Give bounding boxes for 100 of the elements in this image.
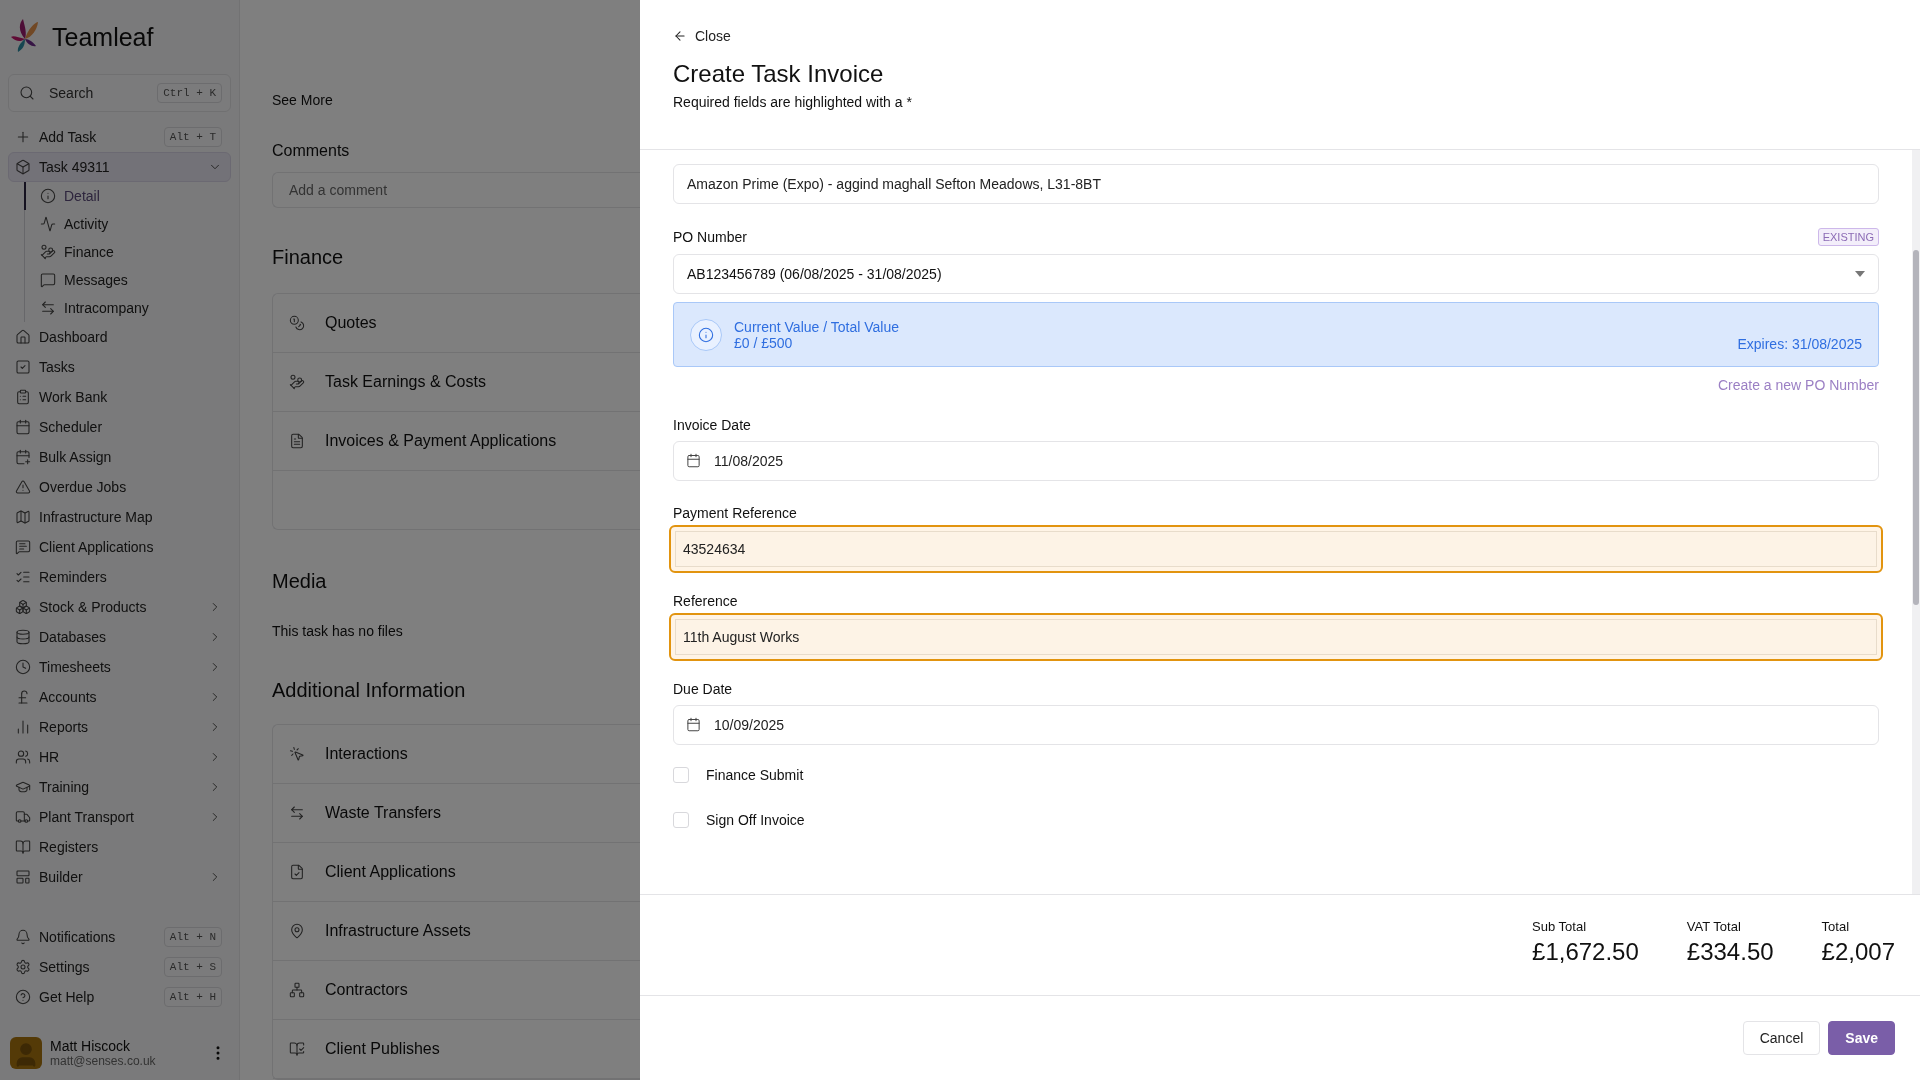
checkbox[interactable] (673, 767, 689, 783)
empty-message: This task has no files (272, 623, 404, 639)
sidebar-subitem[interactable]: Finance (24, 238, 231, 266)
cube-icon (15, 159, 31, 175)
arrow-left-icon (673, 29, 687, 43)
info-amount: £0 / £500 (734, 334, 794, 351)
calendar-icon (686, 453, 701, 468)
sidebar-item[interactable]: Dashboard (8, 322, 231, 352)
checkbox-icon (15, 359, 31, 375)
help-icon (15, 989, 31, 1005)
hand-coins-icon (289, 374, 305, 390)
sidebar-item[interactable]: Plant Transport (8, 802, 231, 832)
sidebar-item[interactable]: Stock & Products (8, 592, 231, 622)
text-field[interactable]: 43524634 (669, 525, 1883, 573)
text-field[interactable]: Amazon Prime (Expo) - aggind maghall Sefton Meadows, L31-8BT (673, 164, 1879, 204)
book-icon (15, 839, 31, 855)
search-icon (19, 85, 35, 101)
sidebar-item[interactable]: Registers (8, 832, 231, 862)
sidebar-item[interactable]: Notifications Alt + N (8, 922, 231, 952)
network-icon (289, 982, 305, 998)
truck-icon (15, 809, 31, 825)
sidebar-item[interactable]: Databases (8, 622, 231, 652)
sidebar-item[interactable]: Tasks (8, 352, 231, 382)
sidebar-item[interactable]: Infrastructure Map (8, 502, 231, 532)
sidebar-item[interactable]: Reminders (8, 562, 231, 592)
task-item[interactable]: Task 49311 (8, 152, 231, 182)
clock-icon (15, 659, 31, 675)
sidebar-item[interactable]: HR (8, 742, 231, 772)
sidebar-item[interactable]: Bulk Assign (8, 442, 231, 472)
comment-field[interactable]: Add a comment (272, 172, 640, 208)
section-heading: Additional Information (272, 679, 467, 702)
calendar-plus-icon (15, 449, 31, 465)
boxes-icon (15, 599, 31, 615)
text-field[interactable]: 11th August Works (669, 613, 1883, 661)
checklist-icon (15, 569, 31, 585)
sidebar-item[interactable]: Client Applications (8, 532, 231, 562)
sidebar-item[interactable]: Settings Alt + S (8, 952, 231, 982)
coins-icon (289, 315, 305, 331)
user-name: Matt Hiscock (50, 1038, 132, 1054)
file-check-icon (289, 864, 305, 880)
sidebar-item[interactable]: Training (8, 772, 231, 802)
layout-icon (15, 869, 31, 885)
see-more-link[interactable]: See More (272, 92, 640, 108)
checkbox[interactable] (673, 812, 689, 828)
message-icon (15, 539, 31, 555)
drawer-subtitle: Required fields are highlighted with a * (673, 94, 913, 110)
warning-icon (15, 479, 31, 495)
sidebar-item[interactable]: Reports (8, 712, 231, 742)
sidebar-item[interactable]: Accounts (8, 682, 231, 712)
calendar-icon (15, 419, 31, 435)
avatar (10, 1037, 42, 1069)
sidebar-item[interactable]: Builder (8, 862, 231, 892)
bar-chart-icon (15, 719, 31, 735)
section-heading: Media (272, 570, 328, 593)
message-icon (40, 272, 56, 288)
sidebar-subitem[interactable]: Intracompany (24, 294, 231, 322)
bell-icon (15, 929, 31, 945)
sidebar-item[interactable]: Work Bank (8, 382, 231, 412)
hand-coins-icon (40, 244, 56, 260)
sidebar-subitem[interactable]: Activity (24, 210, 231, 238)
cancel-button[interactable]: Cancel (1742, 1021, 1821, 1055)
users-icon (15, 749, 31, 765)
sidebar-subitem[interactable]: Messages (24, 266, 231, 294)
field-label: Due Date (673, 681, 733, 697)
sidebar-item[interactable]: Timesheets (8, 652, 231, 682)
total-label: Total (1821, 919, 1851, 934)
info-icon (690, 318, 722, 351)
pin-icon (289, 923, 305, 939)
plus-icon (15, 129, 31, 145)
map-icon (15, 509, 31, 525)
arrows-icon (40, 300, 56, 316)
sidebar-subitem[interactable]: Detail (24, 182, 231, 210)
backdrop-overlay[interactable] (0, 0, 640, 1080)
info-title: Current Value / Total Value (734, 318, 899, 335)
home-icon (15, 329, 31, 345)
sidebar-item[interactable]: Overdue Jobs (8, 472, 231, 502)
checkbox-row[interactable]: Finance Submit (673, 767, 1879, 783)
caret-icon (1855, 271, 1865, 277)
drawer-title: Create Task Invoice (673, 60, 885, 88)
section-heading: Finance (272, 246, 345, 269)
section-heading: Comments (272, 142, 351, 160)
save-button[interactable]: Save (1828, 1021, 1895, 1055)
search-field[interactable]: Search Ctrl + K (8, 74, 231, 112)
settings-icon (15, 959, 31, 975)
total-value: £334.50 (1686, 938, 1774, 966)
date-field[interactable]: 10/09/2025 (673, 705, 1879, 745)
sidebar-item[interactable]: Get Help Alt + H (8, 982, 231, 1012)
select-field[interactable]: AB123456789 (06/08/2025 - 31/08/2025) (673, 254, 1879, 294)
date-field[interactable]: 11/08/2025 (673, 441, 1879, 481)
expiry-date: Expires: 31/08/2025 (1737, 336, 1862, 352)
checkbox-row[interactable]: Sign Off Invoice (673, 812, 1879, 828)
close-button[interactable]: Close (673, 28, 731, 44)
add-task-item[interactable]: Add Task Alt + T (8, 122, 231, 152)
sidebar-item[interactable]: Scheduler (8, 412, 231, 442)
clipboard-icon (15, 389, 31, 405)
total-label: VAT Total (1686, 919, 1742, 934)
status-badge: EXISTING (1817, 228, 1879, 246)
graduation-cap-icon (15, 779, 31, 795)
create-po-link[interactable]: Create a new PO Number (1717, 377, 1879, 393)
scrollbar[interactable] (1912, 150, 1920, 894)
